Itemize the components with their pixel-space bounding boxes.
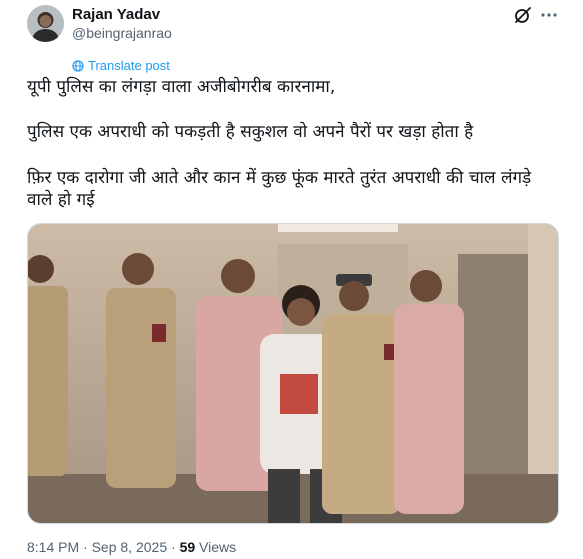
post-date[interactable]: Sep 8, 2025 [92,539,168,555]
separator: · [79,539,92,555]
post-text-line-1: यूपी पुलिस का लंगड़ा वाला अजीबोगरीब कारन… [27,77,336,97]
user-handle[interactable]: @beingrajanrao [72,24,172,42]
post-time[interactable]: 8:14 PM [27,539,79,555]
user-name[interactable]: Rajan Yadav [72,6,160,24]
tweet: Rajan Yadav @beingrajanrao Translate pos… [0,0,583,559]
views-count: 59 [179,539,196,555]
separator: · [167,539,180,555]
translate-label: Translate post [88,58,170,73]
translate-icon [72,59,84,72]
avatar-image [27,5,64,42]
translate-post-link[interactable]: Translate post [72,58,170,73]
more-icon[interactable] [539,5,559,25]
post-video[interactable] [27,223,559,524]
post-text-line-3: फ़िर एक दारोगा जी आते और कान में कुछ फूं… [27,168,532,210]
post-meta: 8:14 PM · Sep 8, 2025 · 59 Views [27,538,236,556]
views-label: Views [195,539,237,555]
video-frame [28,224,558,523]
grok-icon[interactable] [513,5,533,25]
avatar[interactable] [27,5,64,42]
post-text-line-2: पुलिस एक अपराधी को पकड़ती है सकुशल वो अप… [27,122,474,142]
